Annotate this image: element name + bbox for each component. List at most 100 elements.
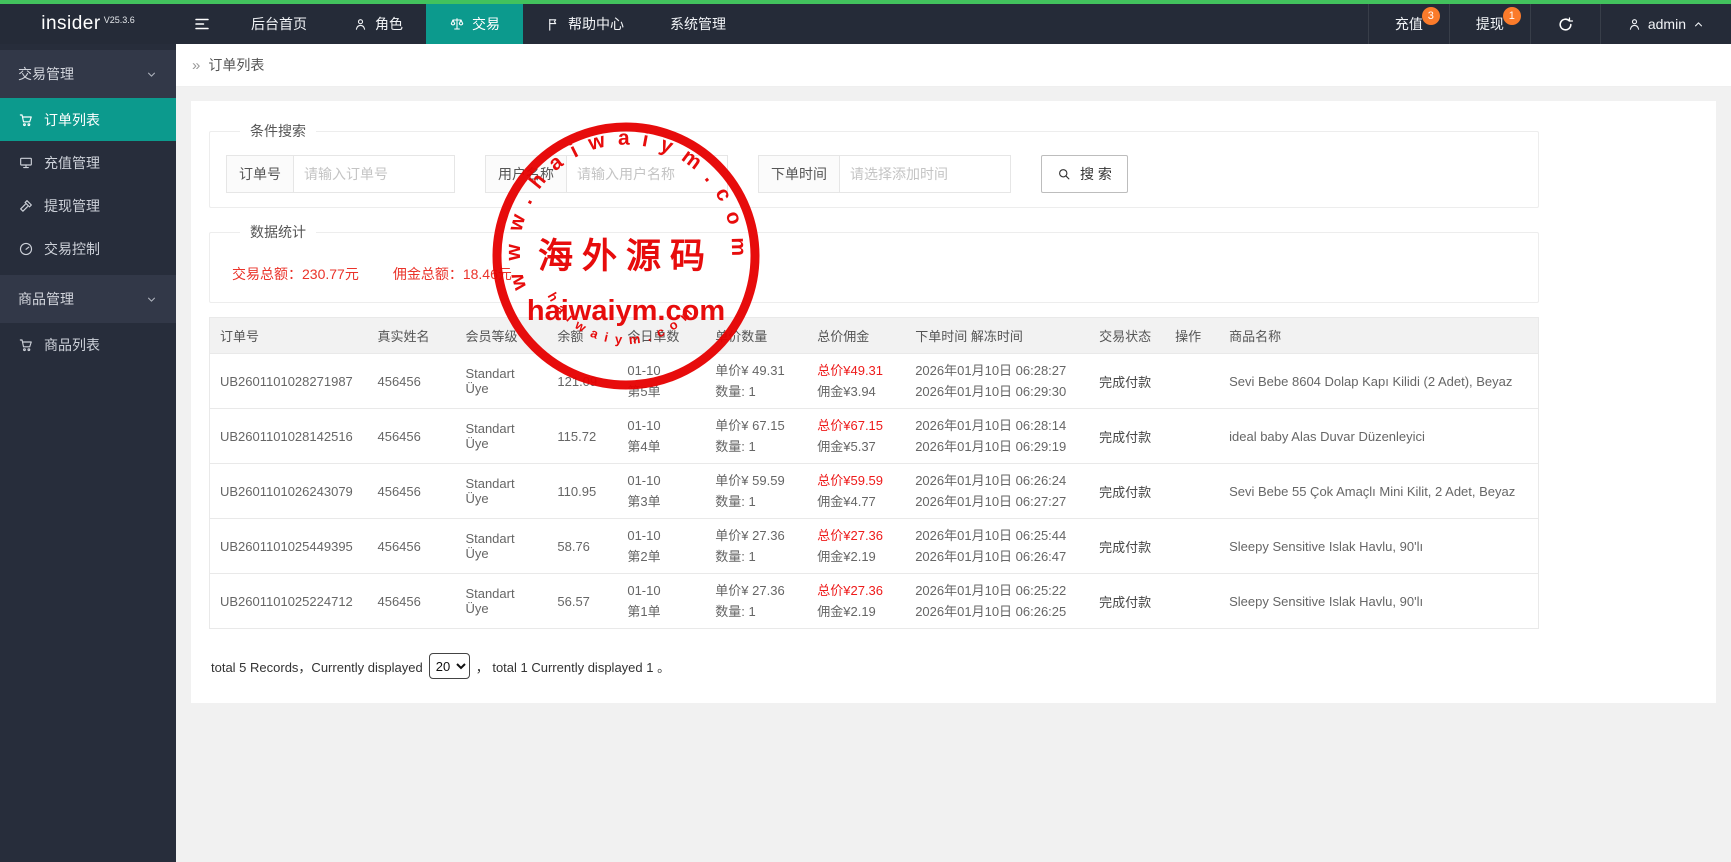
pagination-prefix: total 5 Records，Currently displayed [211, 657, 423, 676]
cell-order-no: UB2601101025224712 [210, 574, 368, 629]
top-nav: 后台首页 角色 交易 帮助中心 系统管理 [228, 4, 749, 44]
total-trade-amount: 交易总额：230.77元 [232, 264, 359, 284]
user-menu[interactable]: admin [1600, 4, 1731, 44]
scales-icon [449, 16, 465, 32]
cell-status: 完成付款 [1089, 574, 1165, 629]
nav-system[interactable]: 系统管理 [647, 4, 749, 44]
order-time-input[interactable] [839, 155, 1011, 193]
sidebar-item-order-list[interactable]: 订单列表 [0, 98, 176, 141]
col-real-name: 真实姓名 [367, 318, 455, 354]
cell-actions [1165, 464, 1219, 519]
col-today-orders: 今日单数 [617, 318, 705, 354]
order-no-input[interactable] [293, 155, 455, 193]
nav-system-label: 系统管理 [670, 14, 726, 34]
cart-icon [18, 112, 34, 128]
cell-times: 2026年01月10日 06:28:142026年01月10日 06:29:19 [905, 409, 1089, 464]
cell-balance: 58.76 [547, 519, 617, 574]
search-button-label: 搜 索 [1080, 164, 1112, 184]
cell-member-level: Standart Üye [455, 574, 547, 629]
recharge-button[interactable]: 充值 3 [1368, 4, 1449, 44]
page-title: 订单列表 [208, 55, 264, 75]
cell-status: 完成付款 [1089, 464, 1165, 519]
table-header-row: 订单号 真实姓名 会员等级 余额 今日单数 单价数量 总价佣金 下单时间 解冻时… [210, 318, 1539, 354]
cell-actions [1165, 409, 1219, 464]
topbar: insider V25.3.6 后台首页 角色 交易 帮助中心 [0, 0, 1731, 44]
hamburger-icon [193, 15, 211, 33]
order-no-field-label: 订单号 [226, 155, 293, 193]
sidebar-group-trade-management[interactable]: 交易管理 [0, 50, 176, 98]
nav-roles[interactable]: 角色 [330, 4, 426, 44]
cell-real-name: 456456 [367, 464, 455, 519]
sidebar-item-label: 交易控制 [44, 239, 100, 259]
search-panel-legend: 条件搜索 [240, 121, 316, 141]
cell-balance: 110.95 [547, 464, 617, 519]
sidebar-item-label: 提现管理 [44, 196, 100, 216]
breadcrumb-symbol: » [192, 57, 200, 74]
table-row: UB2601101026243079 456456 Standart Üye 1… [210, 464, 1539, 519]
user-name-field-label: 用户名称 [485, 155, 566, 193]
chevron-down-icon [145, 293, 158, 306]
cell-product-name: ideal baby Alas Duvar Düzenleyici [1219, 409, 1538, 464]
nav-roles-label: 角色 [375, 14, 403, 34]
cell-unit-qty: 单价¥ 27.36数量: 1 [705, 574, 807, 629]
nav-help-center-label: 帮助中心 [568, 14, 624, 34]
cell-total-commission: 总价¥59.59佣金¥4.77 [807, 464, 905, 519]
cell-real-name: 456456 [367, 519, 455, 574]
cell-total-commission: 总价¥27.36佣金¥2.19 [807, 574, 905, 629]
nav-trade-label: 交易 [472, 14, 500, 34]
cell-real-name: 456456 [367, 574, 455, 629]
col-member-level: 会员等级 [455, 318, 547, 354]
app-name: insider [41, 13, 100, 35]
cell-times: 2026年01月10日 06:25:222026年01月10日 06:26:25 [905, 574, 1089, 629]
order-time-field-label: 下单时间 [758, 155, 839, 193]
cell-balance: 121.09 [547, 354, 617, 409]
cell-times: 2026年01月10日 06:25:442026年01月10日 06:26:47 [905, 519, 1089, 574]
cell-order-no: UB2601101028271987 [210, 354, 368, 409]
cell-order-no: UB2601101025449395 [210, 519, 368, 574]
cell-product-name: Sevi Bebe 8604 Dolap Kapı Kilidi (2 Adet… [1219, 354, 1538, 409]
user-icon [1627, 17, 1642, 32]
col-product-name: 商品名称 [1219, 318, 1538, 354]
sidebar-group-product-management[interactable]: 商品管理 [0, 275, 176, 323]
cell-order-no: UB2601101028142516 [210, 409, 368, 464]
col-actions: 操作 [1165, 318, 1219, 354]
cell-product-name: Sleepy Sensitive Islak Havlu, 90'lı [1219, 574, 1538, 629]
flag-icon [546, 17, 561, 32]
nav-trade[interactable]: 交易 [426, 4, 523, 44]
cell-times: 2026年01月10日 06:26:242026年01月10日 06:27:27 [905, 464, 1089, 519]
nav-help-center[interactable]: 帮助中心 [523, 4, 647, 44]
cell-balance: 115.72 [547, 409, 617, 464]
sidebar-item-trade-control[interactable]: 交易控制 [0, 227, 176, 270]
col-times: 下单时间 解冻时间 [905, 318, 1089, 354]
cell-real-name: 456456 [367, 409, 455, 464]
cell-balance: 56.57 [547, 574, 617, 629]
page-size-select[interactable]: 20 [429, 653, 470, 679]
sidebar-item-withdraw-management[interactable]: 提现管理 [0, 184, 176, 227]
col-total-commission: 总价佣金 [807, 318, 905, 354]
nav-dashboard[interactable]: 后台首页 [228, 4, 330, 44]
withdraw-button[interactable]: 提现 1 [1449, 4, 1530, 44]
recharge-badge: 3 [1422, 7, 1440, 25]
refresh-button[interactable] [1530, 4, 1600, 44]
gavel-icon [18, 198, 34, 214]
app-logo: insider V25.3.6 [0, 4, 176, 44]
user-name-input[interactable] [566, 155, 728, 193]
search-button[interactable]: 搜 索 [1041, 155, 1128, 193]
collapse-menu-button[interactable] [176, 4, 228, 44]
cell-today-orders: 01-10第4单 [617, 409, 705, 464]
sidebar-item-recharge-management[interactable]: 充值管理 [0, 141, 176, 184]
sidebar-group-label: 交易管理 [18, 64, 74, 84]
cell-actions [1165, 519, 1219, 574]
nav-dashboard-label: 后台首页 [251, 14, 307, 34]
sidebar-item-product-list[interactable]: 商品列表 [0, 323, 176, 366]
sidebar-item-label: 订单列表 [44, 110, 100, 130]
cell-times: 2026年01月10日 06:28:272026年01月10日 06:29:30 [905, 354, 1089, 409]
cell-member-level: Standart Üye [455, 464, 547, 519]
order-time-field-group: 下单时间 [758, 155, 1011, 193]
sidebar-item-label: 充值管理 [44, 153, 100, 173]
cell-today-orders: 01-10第2单 [617, 519, 705, 574]
cell-status: 完成付款 [1089, 354, 1165, 409]
table-row: UB2601101028271987 456456 Standart Üye 1… [210, 354, 1539, 409]
orders-table: 订单号 真实姓名 会员等级 余额 今日单数 单价数量 总价佣金 下单时间 解冻时… [209, 317, 1539, 629]
cell-unit-qty: 单价¥ 67.15数量: 1 [705, 409, 807, 464]
